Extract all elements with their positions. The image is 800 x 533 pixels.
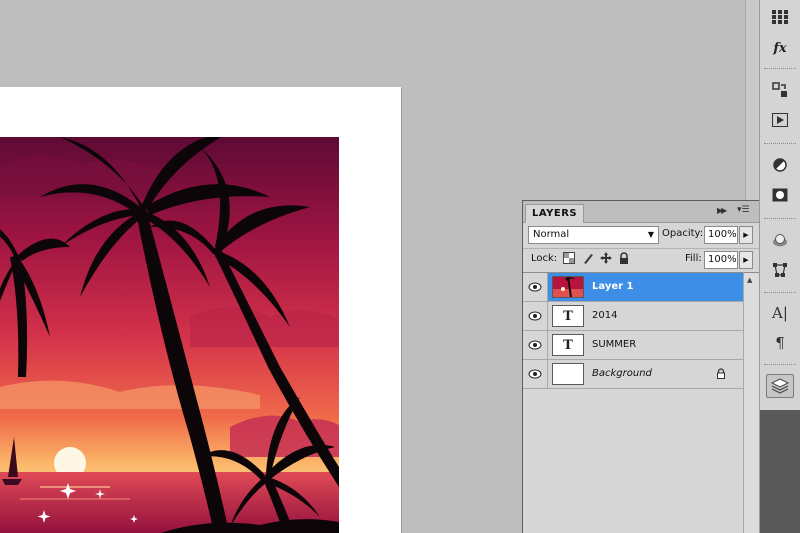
layer-name[interactable]: Background — [592, 368, 652, 379]
dock-separator — [764, 292, 796, 295]
3d-icon[interactable] — [766, 228, 794, 252]
layer-row-summer[interactable]: T SUMMER — [523, 331, 743, 360]
actions-play-icon[interactable] — [766, 108, 794, 132]
collapse-panel-icon[interactable]: ▶▶ — [717, 206, 727, 215]
layer-thumbnail-image — [552, 276, 584, 298]
text-layer-thumbnail-icon: T — [552, 305, 584, 327]
scroll-up-arrow-icon[interactable]: ▲ — [747, 276, 752, 284]
layers-icon[interactable] — [766, 374, 794, 398]
adjustments-icon[interactable] — [766, 153, 794, 177]
layer-row-layer-1[interactable]: Layer 1 — [523, 273, 743, 302]
layer-thumbnail-white — [552, 363, 584, 385]
blend-mode-value: Normal — [533, 229, 570, 240]
lock-all-icon[interactable] — [617, 251, 631, 265]
clone-source-icon[interactable] — [766, 78, 794, 102]
panel-titlebar[interactable]: LAYERS ▶▶ ▾☰ — [523, 201, 759, 223]
panel-dock: fx A| ¶ — [759, 0, 800, 533]
text-layer-glyph: T — [563, 337, 573, 353]
tab-layers[interactable]: LAYERS — [525, 204, 585, 223]
lock-position-icon[interactable] — [599, 251, 613, 265]
layer-row-2014[interactable]: T 2014 — [523, 302, 743, 331]
fill-slider-button[interactable]: ▶ — [739, 251, 753, 269]
fill-label: Fill: — [685, 253, 702, 264]
lock-label: Lock: — [531, 253, 558, 264]
visibility-eye-icon[interactable] — [523, 331, 548, 359]
layer-name[interactable]: 2014 — [592, 310, 617, 321]
visibility-eye-icon[interactable] — [523, 273, 548, 301]
dock-separator — [764, 364, 796, 367]
fill-input[interactable]: 100% — [704, 251, 738, 269]
lock-image-pixels-icon[interactable] — [581, 251, 595, 265]
layer-row-background[interactable]: Background — [523, 360, 743, 389]
lock-transparent-pixels-icon[interactable] — [562, 251, 576, 265]
character-icon[interactable]: A| — [766, 301, 794, 325]
swatches-icon[interactable] — [766, 5, 794, 29]
opacity-slider-button[interactable]: ▶ — [739, 226, 753, 244]
paragraph-icon[interactable]: ¶ — [766, 331, 794, 355]
opacity-label: Opacity: — [662, 228, 704, 239]
text-layer-glyph: T — [563, 308, 573, 324]
document-canvas[interactable] — [0, 87, 401, 533]
sunset-palm-artwork — [0, 137, 339, 533]
divider — [523, 248, 759, 249]
styles-fx-icon[interactable]: fx — [766, 36, 794, 60]
layers-scrollbar[interactable]: ▲ — [743, 272, 759, 533]
dock-separator — [764, 143, 796, 146]
layer-name[interactable]: SUMMER — [592, 339, 636, 350]
layers-panel: LAYERS ▶▶ ▾☰ Normal ▼ Opacity: 100% ▶ Lo… — [522, 200, 760, 533]
layer-name[interactable]: Layer 1 — [592, 281, 633, 292]
opacity-input[interactable]: 100% — [704, 226, 738, 244]
text-layer-thumbnail-icon: T — [552, 334, 584, 356]
visibility-eye-icon[interactable] — [523, 302, 548, 330]
dock-separator — [764, 68, 796, 71]
visibility-eye-icon[interactable] — [523, 360, 548, 388]
blend-mode-select[interactable]: Normal ▼ — [528, 226, 659, 244]
layer-list: Layer 1 T 2014 T SUMMER Background — [523, 272, 743, 533]
panel-menu-icon[interactable]: ▾☰ — [737, 205, 750, 215]
background-lock-icon — [716, 368, 726, 382]
masks-icon[interactable] — [766, 183, 794, 207]
dock-empty-area — [760, 410, 800, 533]
transform-icon[interactable] — [766, 258, 794, 282]
chevron-down-icon: ▼ — [647, 230, 654, 239]
dock-separator — [764, 218, 796, 221]
